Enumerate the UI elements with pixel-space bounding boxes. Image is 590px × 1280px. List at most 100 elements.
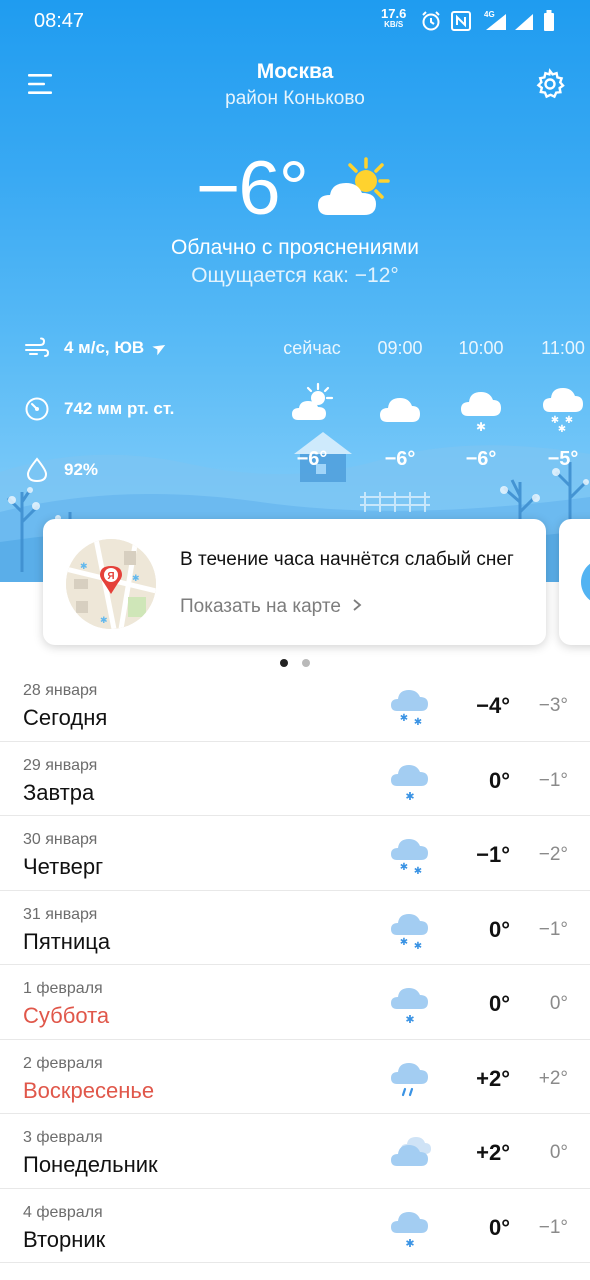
snow-icon: ✱ ✱ — [391, 839, 428, 877]
day-name: Завтра — [23, 779, 95, 805]
signal-icon — [486, 14, 506, 30]
gear-icon[interactable] — [534, 68, 566, 100]
hourly-time: 11:00 — [541, 338, 585, 358]
svg-text:✱: ✱ — [476, 420, 486, 432]
overcast-icon — [391, 1137, 431, 1166]
current-condition: Облачно с прояснениями — [170, 236, 420, 259]
nfc-icon — [451, 11, 471, 31]
pager-dot-active[interactable] — [279, 659, 288, 667]
day-high-temp: 0° — [488, 991, 510, 1016]
current-temperature: −6° — [196, 146, 309, 231]
wind-value: 4 м/с, ЮВ — [64, 338, 145, 357]
hourly-time: 10:00 — [458, 338, 504, 358]
next-card-icon — [581, 559, 590, 605]
wind-icon — [25, 337, 50, 357]
light-snow-icon: ✱ — [391, 988, 428, 1026]
day-date: 2 февраля — [23, 1054, 103, 1072]
svg-text:✱: ✱ — [100, 616, 108, 626]
svg-text:✱: ✱ — [400, 937, 408, 948]
hourly-temp: −6° — [384, 448, 416, 470]
svg-text:✱: ✱ — [414, 717, 422, 728]
hourly-time: сейчас — [283, 338, 341, 358]
daily-row[interactable]: 1 февраля Суббота ✱ 0° 0° — [0, 965, 590, 1040]
day-date: 1 февраля — [23, 980, 103, 997]
day-high-temp: +2° — [476, 1140, 510, 1165]
day-name: Воскресенье — [23, 1077, 155, 1103]
light-snow-icon: ✱ — [391, 1211, 428, 1250]
day-name: Понедельник — [23, 1152, 158, 1177]
daily-row[interactable]: 2 февраля Воскресенье +2° +2° — [0, 1040, 590, 1114]
wind-detail: 4 м/с, ЮВ — [24, 333, 168, 363]
svg-text:✱: ✱ — [405, 1013, 414, 1026]
battery-icon — [544, 10, 554, 31]
day-low-temp: +2° — [538, 1067, 568, 1089]
svg-text:✱: ✱ — [405, 1237, 414, 1250]
pager-dot[interactable] — [302, 659, 311, 667]
day-name: Суббота — [23, 1003, 110, 1028]
day-date: 29 января — [23, 756, 98, 774]
svg-text:✱: ✱ — [558, 424, 566, 432]
feels-like: Ощущается как: −12° — [191, 264, 399, 287]
day-name: Вторник — [23, 1226, 106, 1252]
rain-icon — [391, 1062, 428, 1096]
alarm-icon — [422, 11, 440, 31]
hourly-temp: −6° — [465, 448, 497, 470]
show-on-map-link[interactable]: Показать на карте — [180, 596, 362, 618]
pressure-detail: 742 мм рт. ст. — [24, 394, 174, 424]
day-low-temp: 0° — [549, 1142, 568, 1163]
snow-icon: ✱ ✱ — [391, 690, 428, 728]
svg-text:✱: ✱ — [405, 790, 414, 803]
daily-row[interactable]: 28 января Сегодня ✱ ✱ −4° −3° — [0, 667, 590, 742]
show-on-map-label: Показать на карте — [180, 596, 341, 617]
day-name: Сегодня — [23, 705, 108, 730]
humidity-drop-icon — [26, 457, 48, 483]
day-high-temp: +2° — [476, 1065, 510, 1091]
day-low-temp: −1° — [538, 769, 568, 791]
network-speed-unit: KB/S — [384, 20, 404, 29]
network-speed: 17.6 KB/S — [381, 7, 406, 30]
day-low-temp: −1° — [538, 1216, 568, 1238]
nowcast-map-thumbnail[interactable]: ✱ ✱ ✱ Я — [66, 539, 156, 629]
hourly-time: 09:00 — [377, 338, 423, 358]
day-high-temp: 0° — [488, 767, 510, 793]
day-high-temp: 0° — [488, 1214, 510, 1240]
day-low-temp: −3° — [538, 695, 568, 716]
daily-row[interactable]: 4 февраля Вторник ✱ 0° −1° — [0, 1189, 590, 1263]
svg-text:✱: ✱ — [132, 574, 140, 584]
city-name[interactable]: Москва — [0, 60, 590, 84]
nowcast-text: В течение часа начнётся слабый снег — [180, 549, 514, 570]
light-snow-icon: ✱ — [461, 392, 501, 432]
signal-icon — [515, 14, 533, 30]
day-high-temp: −4° — [476, 693, 510, 718]
svg-text:✱: ✱ — [414, 866, 422, 877]
next-card-peek[interactable] — [559, 519, 590, 645]
day-low-temp: −1° — [538, 918, 568, 940]
svg-text:✱: ✱ — [400, 713, 408, 724]
snow-icon: ✱ ✱ — [391, 913, 428, 952]
day-date: 30 января — [23, 831, 98, 848]
partly-cloudy-day-icon — [318, 157, 390, 215]
day-date: 4 февраля — [23, 1203, 103, 1221]
svg-text:✱: ✱ — [400, 862, 408, 873]
day-date: 3 февраля — [23, 1129, 103, 1146]
daily-row[interactable]: 29 января Завтра ✱ 0° −1° — [0, 742, 590, 816]
hourly-temp: −5° — [547, 448, 579, 470]
day-high-temp: 0° — [488, 916, 510, 942]
day-date: 28 января — [23, 682, 98, 699]
daily-row[interactable]: 31 января Пятница ✱ ✱ 0° −1° — [0, 891, 590, 965]
light-snow-icon: ✱ — [391, 764, 428, 803]
daily-row[interactable]: 3 февраля Понедельник +2° 0° — [0, 1114, 590, 1189]
snow-icon: ✱ ✱ ✱ — [543, 388, 583, 432]
day-low-temp: 0° — [549, 993, 568, 1014]
day-name: Пятница — [23, 928, 111, 954]
day-high-temp: −1° — [476, 842, 510, 867]
status-time: 08:47 — [34, 10, 85, 32]
daily-row[interactable]: 30 января Четверг ✱ ✱ −1° −2° — [0, 816, 590, 891]
pressure-value: 742 мм рт. ст. — [64, 399, 175, 418]
status-bar: 08:47 17.6 KB/S 4G — [0, 0, 590, 46]
nowcast-card[interactable]: ✱ ✱ ✱ Я В течение часа начнётся слабый сне… — [43, 519, 546, 645]
day-date: 31 января — [23, 905, 98, 923]
district-name[interactable]: район Коньково — [0, 88, 590, 110]
daily-forecast-list: 28 января Сегодня ✱ ✱ −4° −3° 29 января … — [0, 667, 590, 1263]
cloudy-icon — [380, 398, 420, 422]
